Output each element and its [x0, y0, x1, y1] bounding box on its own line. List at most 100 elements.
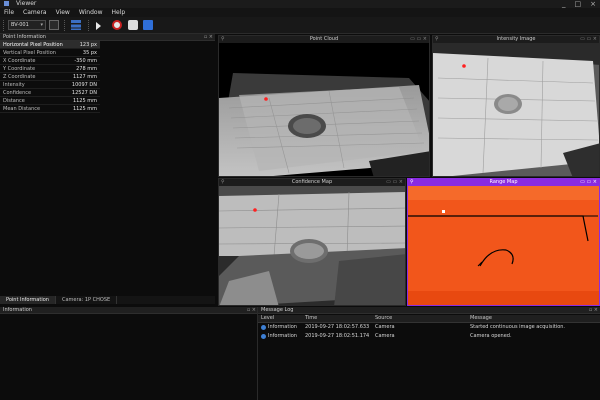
panel-float-close-icon[interactable]: ▫ ×	[247, 307, 256, 313]
log-source: Camera	[375, 333, 395, 339]
view-controls[interactable]: ▭ ▭ ×	[410, 36, 427, 43]
menu-window[interactable]: Window	[79, 8, 103, 17]
point-cloud-image	[219, 43, 429, 176]
menu-camera[interactable]: Camera	[23, 8, 47, 17]
feature-row[interactable]: Mean Distance 1125 mm	[0, 105, 100, 113]
app-icon	[4, 1, 9, 6]
intensity-image-title: Intensity Image	[496, 36, 536, 42]
feature-value: 278 mm	[76, 66, 97, 72]
feature-key: Horizontal Pixel Position	[3, 42, 63, 48]
message-log-table: Level Time Source Message Information 20…	[258, 315, 600, 341]
feature-key: Y Coordinate	[3, 66, 36, 72]
pin-icon[interactable]: ⚲	[221, 179, 225, 186]
camera-settings-icon[interactable]	[49, 20, 59, 30]
info-icon	[261, 325, 266, 330]
feature-value: 12527 DN	[71, 90, 97, 96]
feature-row[interactable]: Intensity 10097 DN	[0, 81, 100, 89]
feature-value: 1127 mm	[72, 74, 97, 80]
confidence-map-view[interactable]: ⚲ Confidence Map ▭ ▭ ×	[218, 178, 406, 306]
feature-value: 1125 mm	[72, 106, 97, 112]
window-icon[interactable]	[143, 20, 153, 30]
point-cloud-view[interactable]: ⚲ Point Cloud ▭ ▭ ×	[218, 35, 430, 177]
col-source[interactable]: Source	[375, 315, 470, 322]
feature-key: X Coordinate	[3, 58, 36, 64]
confidence-map-header: ⚲ Confidence Map ▭ ▭ ×	[219, 179, 405, 186]
snapshot-icon[interactable]	[128, 20, 138, 30]
tab-point-information[interactable]: Point Information	[0, 296, 56, 304]
features-panel-header: Point Information ▫ ×	[0, 34, 215, 41]
information-panel-title: Information	[3, 307, 32, 313]
title-bar: Viewer _ □ ×	[0, 0, 600, 8]
view-controls[interactable]: ▭ ▭ ×	[580, 179, 597, 186]
feature-key: Vertical Pixel Position	[3, 50, 56, 56]
toolbar-grip[interactable]	[3, 20, 6, 31]
col-level[interactable]: Level	[258, 315, 305, 322]
left-dock-tabs: Point Information Camera: 1P CHOSE	[0, 296, 215, 304]
range-map-image	[408, 186, 599, 305]
log-message: Camera opened.	[470, 333, 512, 339]
toolbar-grip[interactable]	[88, 20, 91, 31]
log-message: Started continuous image acquisition.	[470, 324, 566, 330]
col-time[interactable]: Time	[305, 315, 375, 322]
toolbar-grip[interactable]	[64, 20, 67, 31]
log-time: 2019-09-27 18:02:51.174	[305, 333, 370, 339]
confidence-map-image	[219, 186, 405, 305]
feature-row[interactable]: Distance 1125 mm	[0, 97, 100, 105]
marker-dot	[253, 208, 257, 212]
window-title: Viewer	[16, 0, 37, 7]
feature-row[interactable]: Confidence 12527 DN	[0, 89, 100, 97]
col-message[interactable]: Message	[470, 315, 600, 322]
tab-camera[interactable]: Camera: 1P CHOSE	[56, 296, 118, 304]
menu-view[interactable]: View	[56, 8, 70, 17]
range-map-view[interactable]: ⚲ Range Map ▭ ▭ ×	[407, 178, 600, 306]
stack-icon[interactable]	[71, 20, 81, 30]
table-row[interactable]: Information 2019-09-27 18:02:57.633 Came…	[258, 323, 600, 332]
feature-row[interactable]: X Coordinate -350 mm	[0, 57, 100, 65]
range-map-title: Range Map	[489, 179, 518, 185]
feature-row[interactable]: Z Coordinate 1127 mm	[0, 73, 100, 81]
feature-key: Intensity	[3, 82, 25, 88]
panel-float-close-icon[interactable]: ▫ ×	[204, 34, 213, 40]
play-icon[interactable]	[96, 22, 101, 30]
pin-icon[interactable]: ⚲	[221, 36, 225, 43]
pin-icon[interactable]: ⚲	[435, 36, 439, 43]
feature-value: 1125 mm	[72, 98, 97, 104]
feature-row[interactable]: Horizontal Pixel Position 123 px	[0, 41, 100, 49]
panel-float-close-icon[interactable]: ▫ ×	[589, 307, 598, 313]
feature-key: Distance	[3, 98, 25, 104]
close-icon[interactable]: ×	[590, 0, 596, 8]
feature-key: Mean Distance	[3, 106, 41, 112]
feature-value: -350 mm	[74, 58, 97, 64]
range-map-header: ⚲ Range Map ▭ ▭ ×	[408, 179, 599, 186]
maximize-icon[interactable]: □	[575, 0, 582, 8]
minimize-icon[interactable]: _	[562, 0, 566, 8]
intensity-image-view[interactable]: ⚲ Intensity Image ▭ ▭ ×	[432, 35, 600, 177]
toolbar: BV-001 ▾	[0, 17, 600, 34]
feature-row[interactable]: Y Coordinate 278 mm	[0, 65, 100, 73]
view-controls[interactable]: ▭ ▭ ×	[580, 36, 597, 43]
marker-dot	[462, 64, 466, 68]
feature-value: 35 px	[82, 50, 97, 56]
record-icon[interactable]	[112, 20, 122, 30]
feature-row[interactable]: Vertical Pixel Position 35 px	[0, 49, 100, 57]
feature-value: 10097 DN	[71, 82, 97, 88]
menu-bar: File Camera View Window Help	[0, 8, 600, 17]
feature-key: Confidence	[3, 90, 32, 96]
chevron-down-icon: ▾	[40, 22, 43, 28]
message-log-title: Message Log	[261, 307, 294, 313]
log-time: 2019-09-27 18:02:57.633	[305, 324, 370, 330]
message-log-header: Message Log ▫ ×	[258, 307, 600, 314]
log-level: Information	[268, 333, 297, 339]
view-controls[interactable]: ▭ ▭ ×	[386, 179, 403, 186]
menu-help[interactable]: Help	[112, 8, 126, 17]
point-cloud-header: ⚲ Point Cloud ▭ ▭ ×	[219, 36, 429, 43]
menu-file[interactable]: File	[4, 8, 14, 17]
marker-dot	[442, 210, 445, 213]
feature-key: Z Coordinate	[3, 74, 36, 80]
point-cloud-title: Point Cloud	[309, 36, 339, 42]
feature-value: 123 px	[79, 42, 97, 48]
device-select[interactable]: BV-001 ▾	[8, 20, 46, 30]
pin-icon[interactable]: ⚲	[410, 179, 414, 186]
table-row[interactable]: Information 2019-09-27 18:02:51.174 Came…	[258, 332, 600, 341]
intensity-image-header: ⚲ Intensity Image ▭ ▭ ×	[433, 36, 599, 43]
